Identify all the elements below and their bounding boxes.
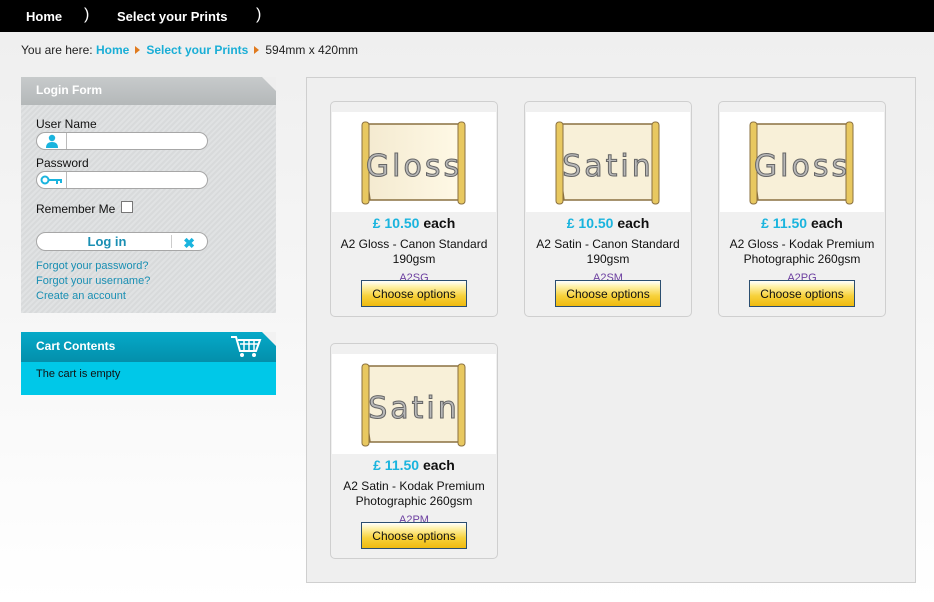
create-account-link[interactable]: Create an account (36, 289, 150, 304)
product-card: Gloss £ 10.50 each A2 Gloss - Canon Stan… (330, 101, 498, 317)
product-finish-text: Gloss (366, 149, 462, 184)
login-button[interactable]: Log in ✖ (36, 232, 208, 251)
nav-home-link[interactable]: Home (26, 9, 62, 24)
product-sku: A2SM (593, 272, 623, 280)
top-navigation: Home ) Select your Prints ) (0, 0, 934, 32)
product-image[interactable]: Satin (526, 112, 690, 212)
nav-separator: ) (84, 6, 90, 23)
username-label: User Name (36, 117, 97, 131)
shopping-cart-icon (231, 336, 262, 357)
product-card: Gloss £ 11.50 each A2 Gloss - Kodak Prem… (718, 101, 886, 317)
cart-module: Cart Contents The cart is empty (21, 332, 276, 395)
forgot-username-link[interactable]: Forgot your username? (36, 274, 150, 289)
price-each: each (422, 457, 455, 473)
product-name[interactable]: A2 Satin - Kodak Premium Photographic 26… (335, 479, 493, 509)
price-amount: £ 10.50 (566, 215, 614, 231)
key-icon (37, 172, 67, 188)
breadcrumb-current: 594mm x 420mm (265, 43, 359, 57)
remember-me-label: Remember Me (36, 202, 116, 216)
username-input[interactable] (69, 133, 205, 149)
breadcrumb-home-link[interactable]: Home (96, 43, 129, 57)
price-amount: £ 11.50 (373, 457, 420, 473)
breadcrumb-arrow-icon (135, 46, 141, 54)
breadcrumb-prefix: You are here: (21, 43, 93, 57)
product-finish-text: Satin (368, 391, 460, 426)
breadcrumb-select-prints-link[interactable]: Select your Prints (146, 43, 248, 57)
product-sku: A2PM (399, 514, 429, 522)
password-input[interactable] (69, 172, 205, 188)
choose-options-button[interactable]: Choose options (361, 280, 467, 307)
product-finish-text: Satin (562, 149, 654, 184)
login-button-label: Log in (87, 234, 127, 249)
choose-options-button[interactable]: Choose options (555, 280, 661, 307)
product-sku: A2PG (787, 272, 817, 280)
product-grid: Gloss £ 10.50 each A2 Gloss - Canon Stan… (306, 77, 916, 583)
product-card: Satin £ 11.50 each A2 Satin - Kodak Prem… (330, 343, 498, 559)
price-amount: £ 11.50 (761, 215, 808, 231)
price-amount: £ 10.50 (372, 215, 420, 231)
password-field (36, 171, 208, 189)
product-image[interactable]: Gloss (332, 112, 496, 212)
cart-title: Cart Contents (36, 339, 116, 353)
cart-status: The cart is empty (36, 368, 121, 380)
remember-me-checkbox[interactable] (121, 201, 133, 213)
login-form-header: Login Form (21, 77, 276, 105)
choose-options-button[interactable]: Choose options (361, 522, 467, 549)
breadcrumb-arrow-icon (254, 46, 260, 54)
product-finish-text: Gloss (754, 149, 850, 184)
product-image[interactable]: Satin (332, 354, 496, 454)
choose-options-button[interactable]: Choose options (749, 280, 855, 307)
username-field (36, 132, 208, 150)
user-icon (37, 133, 67, 149)
product-price: £ 11.50 each (719, 215, 885, 231)
login-form: Login Form User Name Password Remember M… (21, 77, 276, 313)
price-each: each (810, 215, 843, 231)
login-button-divider (171, 235, 172, 248)
password-label: Password (36, 156, 89, 170)
price-each: each (617, 215, 650, 231)
product-image[interactable]: Gloss (720, 112, 884, 212)
nav-separator: ) (256, 6, 262, 23)
product-name[interactable]: A2 Satin - Canon Standard 190gsm (529, 237, 687, 267)
product-name[interactable]: A2 Gloss - Canon Standard 190gsm (335, 237, 493, 267)
cart-header: Cart Contents (21, 332, 276, 362)
nav-select-prints-link[interactable]: Select your Prints (117, 9, 228, 24)
product-price: £ 11.50 each (331, 457, 497, 473)
login-form-title: Login Form (36, 83, 102, 97)
product-price: £ 10.50 each (331, 215, 497, 231)
product-name[interactable]: A2 Gloss - Kodak Premium Photographic 26… (723, 237, 881, 267)
product-card: Satin £ 10.50 each A2 Satin - Canon Stan… (524, 101, 692, 317)
product-sku: A2SG (399, 272, 429, 280)
breadcrumb: You are here: Home Select your Prints 59… (21, 43, 358, 57)
close-icon[interactable]: ✖ (183, 235, 195, 252)
forgot-password-link[interactable]: Forgot your password? (36, 259, 150, 274)
price-each: each (423, 215, 456, 231)
product-price: £ 10.50 each (525, 215, 691, 231)
login-links: Forgot your password? Forgot your userna… (36, 259, 150, 304)
